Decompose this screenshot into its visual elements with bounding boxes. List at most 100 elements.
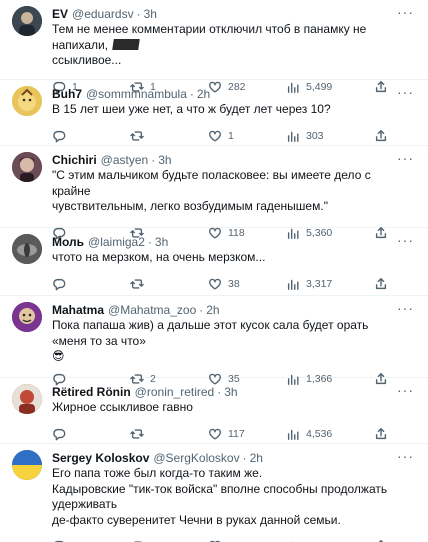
tweet-text: Пока папаша жив) а дальше этот кусок сал… (52, 318, 416, 365)
view-count: 4,536 (306, 427, 333, 440)
display-name[interactable]: Sergey Koloskov (52, 450, 149, 466)
separator-dot: · (151, 153, 156, 167)
timestamp[interactable]: 2h (197, 86, 210, 102)
like-button[interactable]: 1 (208, 129, 286, 143)
view-count: 3,317 (306, 277, 333, 290)
avatar[interactable] (12, 234, 42, 264)
share-icon (375, 129, 387, 141)
display-name[interactable]: EV (52, 6, 68, 22)
timestamp[interactable]: 3h (155, 234, 168, 250)
display-name[interactable]: Mahatma (52, 302, 104, 318)
retweet-button[interactable] (130, 427, 208, 441)
speech-bubble-icon (53, 278, 66, 290)
censor-bar (112, 38, 141, 50)
tweet-text: Жирное ссыкливое гавно (52, 400, 193, 414)
timestamp[interactable]: 3h (158, 152, 171, 168)
retweet-button[interactable] (130, 129, 208, 143)
avatar[interactable] (12, 6, 42, 36)
tweet-text: В 15 лет шеи уже нет, а что ж будет лет … (52, 102, 331, 116)
speech-bubble-icon (53, 130, 66, 142)
tweet-text: Тем не менее комментарии отключил чтоб в… (52, 22, 416, 69)
tweet-text-part: ссыкливое... (52, 53, 122, 67)
avatar-photo-icon (12, 6, 42, 36)
action-bar: 117 4,536 (52, 422, 416, 446)
tweet-ronin-retired[interactable]: Rëtired Rönin @ronin_retired · 3h ··· Жи… (0, 378, 428, 444)
user-handle[interactable]: @sommmnambula (86, 86, 187, 102)
tweet-sergkoloskov[interactable]: Sergey Koloskov @SergKoloskov · 2h ··· Е… (0, 444, 428, 542)
tweet-header: EV @eduardsv · 3h (52, 6, 416, 22)
avatar[interactable] (12, 384, 42, 414)
like-count: 1 (228, 129, 234, 142)
tweet-eduardsv[interactable]: EV @eduardsv · 3h ··· Тем не менее комме… (0, 0, 428, 93)
user-handle[interactable]: @astyen (101, 152, 149, 168)
views-button[interactable]: 3,317 (286, 277, 374, 291)
reply-thread: EV @eduardsv · 3h ··· Тем не менее комме… (0, 0, 428, 542)
avatar[interactable] (12, 302, 42, 332)
tweet-header: Buh7 @sommmnambula · 2h (52, 86, 416, 102)
tweet-header: Mahatma @Mahatma_zoo · 2h (52, 302, 416, 318)
tweet-text-part: Пока папаша жив) а дальше этот кусок сал… (52, 318, 369, 348)
view-count: 303 (306, 129, 324, 142)
ukraine-flag-avatar-icon (12, 450, 42, 480)
avatar-photo-icon (12, 302, 42, 332)
views-button[interactable]: 4,536 (286, 427, 374, 441)
like-button[interactable]: 117 (208, 427, 286, 441)
like-count: 38 (228, 277, 240, 290)
avatar[interactable] (12, 152, 42, 182)
action-bar: 695 (52, 534, 416, 542)
tweet-header: Моль @laimiga2 · 3h (52, 234, 416, 250)
more-options-icon[interactable]: ··· (397, 85, 414, 99)
avatar[interactable] (12, 86, 42, 116)
tweet-text: Его папа тоже был когда-то таким же. Кад… (52, 466, 388, 527)
avatar-photo-icon (12, 152, 42, 182)
display-name[interactable]: Rëtired Rönin (52, 384, 131, 400)
action-bar: 1 303 (52, 124, 416, 148)
retweet-button[interactable] (130, 277, 208, 291)
user-handle[interactable]: @ronin_retired (135, 384, 215, 400)
reply-button[interactable] (52, 277, 130, 291)
heart-icon (209, 278, 221, 290)
reply-button[interactable] (52, 427, 130, 441)
like-button[interactable]: 38 (208, 277, 286, 291)
separator-dot: · (147, 235, 152, 249)
share-button[interactable] (374, 129, 394, 143)
timestamp[interactable]: 2h (206, 302, 219, 318)
bar-chart-icon (287, 429, 299, 440)
avatar[interactable] (12, 450, 42, 480)
user-handle[interactable]: @SergKoloskov (153, 450, 239, 466)
retweet-icon (130, 278, 144, 289)
heart-icon (209, 130, 221, 142)
tweet-astyen[interactable]: Chichiri @astyen · 3h ··· "С этим мальчи… (0, 146, 428, 239)
more-options-icon[interactable]: ··· (397, 5, 414, 19)
timestamp[interactable]: 2h (250, 450, 263, 466)
views-button[interactable]: 303 (286, 129, 374, 143)
tweet-sommmnambula[interactable]: Buh7 @sommmnambula · 2h ··· В 15 лет шеи… (0, 80, 428, 146)
more-options-icon[interactable]: ··· (397, 383, 414, 397)
share-icon (375, 277, 387, 289)
user-handle[interactable]: @Mahatma_zoo (108, 302, 196, 318)
tweet-mahatma-zoo[interactable]: Mahatma @Mahatma_zoo · 2h ··· Пока папаш… (0, 296, 428, 385)
display-name[interactable]: Chichiri (52, 152, 97, 168)
reply-button[interactable] (52, 129, 130, 143)
more-options-icon[interactable]: ··· (397, 233, 414, 247)
more-options-icon[interactable]: ··· (397, 151, 414, 165)
tweet-header: Chichiri @astyen · 3h (52, 152, 416, 168)
more-options-icon[interactable]: ··· (397, 301, 414, 315)
share-button[interactable] (374, 277, 394, 291)
more-options-icon[interactable]: ··· (397, 449, 414, 463)
timestamp[interactable]: 3h (144, 6, 157, 22)
separator-dot: · (136, 7, 141, 21)
tweet-laimiga2[interactable]: Моль @laimiga2 · 3h ··· чтото на мерзком… (0, 228, 428, 296)
separator-dot: · (199, 303, 204, 317)
user-handle[interactable]: @laimiga2 (88, 234, 145, 250)
heart-icon (209, 428, 221, 440)
separator-dot: · (217, 385, 222, 399)
user-handle[interactable]: @eduardsv (72, 6, 134, 22)
share-button[interactable] (374, 427, 394, 441)
tweet-header: Sergey Koloskov @SergKoloskov · 2h (52, 450, 416, 466)
retweet-icon (130, 428, 144, 439)
display-name[interactable]: Моль (52, 234, 84, 250)
display-name[interactable]: Buh7 (52, 86, 82, 102)
timestamp[interactable]: 3h (224, 384, 237, 400)
tweet-text: чтото на мерзком, на очень мерзком... (52, 250, 266, 264)
